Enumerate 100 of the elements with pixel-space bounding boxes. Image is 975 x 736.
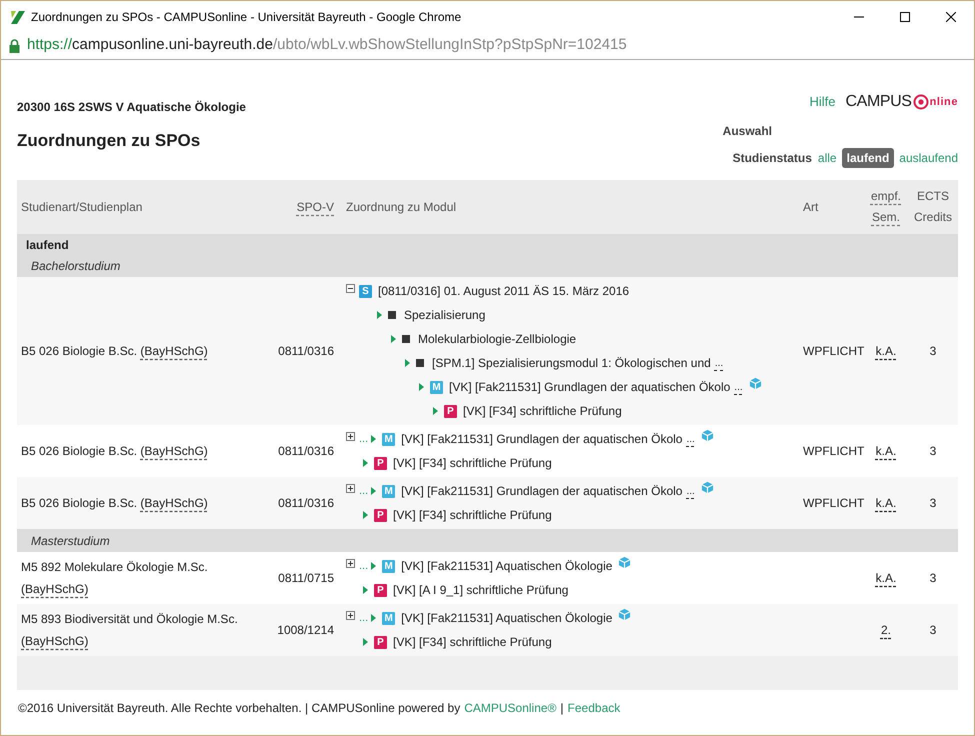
ellipsis-link[interactable]: ...: [359, 482, 368, 500]
plan-abbreviation: (BayHSchG): [21, 634, 88, 648]
status-filter-link[interactable]: auslaufend: [899, 149, 958, 167]
module-label: [VK] [Fak211531] Grundlagen der aquatischen Ökolo: [401, 483, 682, 500]
status-filter-link[interactable]: laufend: [842, 148, 894, 168]
more-link[interactable]: ...: [714, 356, 724, 370]
module-label: Spezialisierung: [404, 307, 486, 324]
square-icon: [388, 311, 396, 319]
collapse-icon[interactable]: [346, 284, 355, 292]
arrow-icon[interactable]: [405, 359, 410, 367]
module-label: [VK] [A I 9_1] schriftliche Prüfung: [393, 582, 568, 599]
arrow-icon[interactable]: [419, 383, 424, 391]
cube-icon[interactable]: [700, 428, 714, 442]
column-header: SPO-V: [296, 198, 334, 216]
ects-credits: 3: [930, 623, 936, 637]
module-label: [0811/0316] 01. August 2011 ÄS 15. März 2016: [378, 283, 630, 300]
arrow-icon[interactable]: [433, 407, 438, 415]
cube-icon[interactable]: [748, 376, 762, 390]
arrow-icon[interactable]: [371, 562, 376, 570]
campusonline-link[interactable]: CAMPUSonline®: [464, 699, 556, 717]
type-badge: M: [382, 484, 396, 498]
recommended-semester: 2.: [880, 623, 891, 637]
expand-icon[interactable]: [346, 610, 355, 620]
filter-title: Auswahl: [722, 123, 772, 140]
arrow-icon[interactable]: [363, 511, 368, 519]
lock-icon: [9, 38, 20, 52]
column-header: Studienart/Studienplan: [21, 198, 142, 216]
module-type: WPFLICHT: [803, 496, 864, 510]
type-badge: M: [430, 380, 443, 394]
ects-credits: 3: [930, 344, 936, 358]
type-badge: M: [382, 560, 396, 572]
address-bar[interactable]: https://campusonline.uni-bayreuth.de/ubto/wbLv.wbShowStellungInStp?pStpSpNr=102415: [27, 34, 627, 57]
copyright-text: ©2016 Universität Bayreuth. Alle Rechte vorbehalten. | CAMPUSonline powered by: [18, 700, 460, 717]
spo-version: 1008/1214: [277, 623, 334, 637]
browser-logo-icon: [10, 8, 26, 24]
module-label: Molekularbiologie-Zellbiologie: [418, 331, 576, 348]
ects-credits: 3: [930, 496, 936, 510]
group-title: Masterstudium: [31, 532, 110, 550]
column-header: empf. Sem.: [870, 188, 902, 226]
module-label: [VK] [F34] schriftliche Prüfung: [393, 507, 552, 524]
arrow-icon[interactable]: [391, 335, 396, 343]
plan-name: B5 026 Biologie B.Sc.: [21, 344, 138, 358]
type-badge: P: [374, 636, 387, 648]
module-type: WPFLICHT: [803, 344, 864, 358]
ellipsis-link[interactable]: ...: [359, 610, 368, 626]
campusonline-logo: CAMPUS nline: [846, 92, 958, 112]
module-label: [VK] [Fak211531] Aquatischen Ökologie: [401, 558, 612, 575]
expand-icon[interactable]: [346, 432, 355, 440]
more-link[interactable]: ...: [734, 380, 743, 394]
plan-name: B5 026 Biologie B.Sc.: [21, 444, 138, 458]
spo-version: 0811/0316: [278, 344, 334, 358]
column-header: Zuordnung zu Modul: [346, 198, 456, 216]
recommended-semester: k.A.: [876, 496, 896, 510]
type-badge: P: [374, 584, 387, 596]
type-badge: P: [374, 456, 387, 470]
cube-icon[interactable]: [700, 480, 714, 494]
column-header: Art: [803, 198, 818, 216]
arrow-icon[interactable]: [363, 638, 368, 646]
cube-icon[interactable]: [618, 608, 632, 620]
separator-text: |: [560, 700, 564, 717]
arrow-icon[interactable]: [371, 487, 376, 495]
ellipsis-link[interactable]: ...: [359, 558, 368, 574]
square-icon: [402, 335, 410, 343]
expand-icon[interactable]: [346, 484, 355, 492]
page-heading: Zuordnungen zu SPOs: [17, 130, 202, 152]
plan-name: M5 893 Biodiversität und Ökologie M.Sc.: [21, 612, 238, 626]
status-group-title: laufend: [26, 237, 69, 254]
type-badge: M: [382, 432, 396, 446]
more-link[interactable]: ...: [686, 484, 695, 498]
plan-abbreviation: (BayHSchG): [140, 444, 208, 458]
expand-icon[interactable]: [346, 558, 355, 568]
ellipsis-link[interactable]: ...: [359, 430, 368, 448]
plan-name: B5 026 Biologie B.Sc.: [21, 496, 138, 510]
plan-abbreviation: (BayHSchG): [140, 496, 208, 510]
arrow-icon[interactable]: [371, 614, 376, 622]
arrow-icon[interactable]: [377, 311, 382, 319]
recommended-semester: k.A.: [876, 571, 896, 585]
recommended-semester: k.A.: [876, 344, 896, 358]
module-label: [VK] [Fak211531] Grundlagen der aquatischen Ökolo: [449, 379, 730, 396]
arrow-icon[interactable]: [363, 586, 368, 594]
cube-icon[interactable]: [618, 556, 632, 568]
type-badge: P: [444, 404, 457, 418]
ects-credits: 3: [930, 571, 936, 585]
column-header: ECTS Credits: [913, 188, 953, 226]
spo-version: 0811/0715: [278, 571, 334, 585]
help-link[interactable]: Hilfe: [810, 92, 836, 112]
window-title: Zuordnungen zu SPOs - CAMPUSonline - Universität Bayreuth - Google Chrome: [31, 8, 462, 26]
arrow-icon[interactable]: [371, 435, 376, 443]
arrow-icon[interactable]: [363, 459, 368, 467]
more-link[interactable]: ...: [686, 432, 695, 446]
course-title: 20300 16S 2SWS V Aquatische Ökologie: [17, 99, 246, 116]
ects-credits: 3: [930, 444, 936, 458]
feedback-link[interactable]: Feedback: [568, 699, 620, 717]
type-badge: S: [359, 284, 372, 298]
spo-version: 0811/0316: [278, 444, 334, 458]
module-label: [VK] [F34] schriftliche Prüfung: [393, 455, 552, 472]
module-label: [SPM.1] Spezialisierungsmodul 1: Ökologischen und: [432, 355, 711, 372]
module-label: [VK] [F34] schriftliche Prüfung: [463, 403, 622, 420]
close-icon: [946, 12, 956, 22]
status-filter-link[interactable]: alle: [818, 149, 837, 167]
